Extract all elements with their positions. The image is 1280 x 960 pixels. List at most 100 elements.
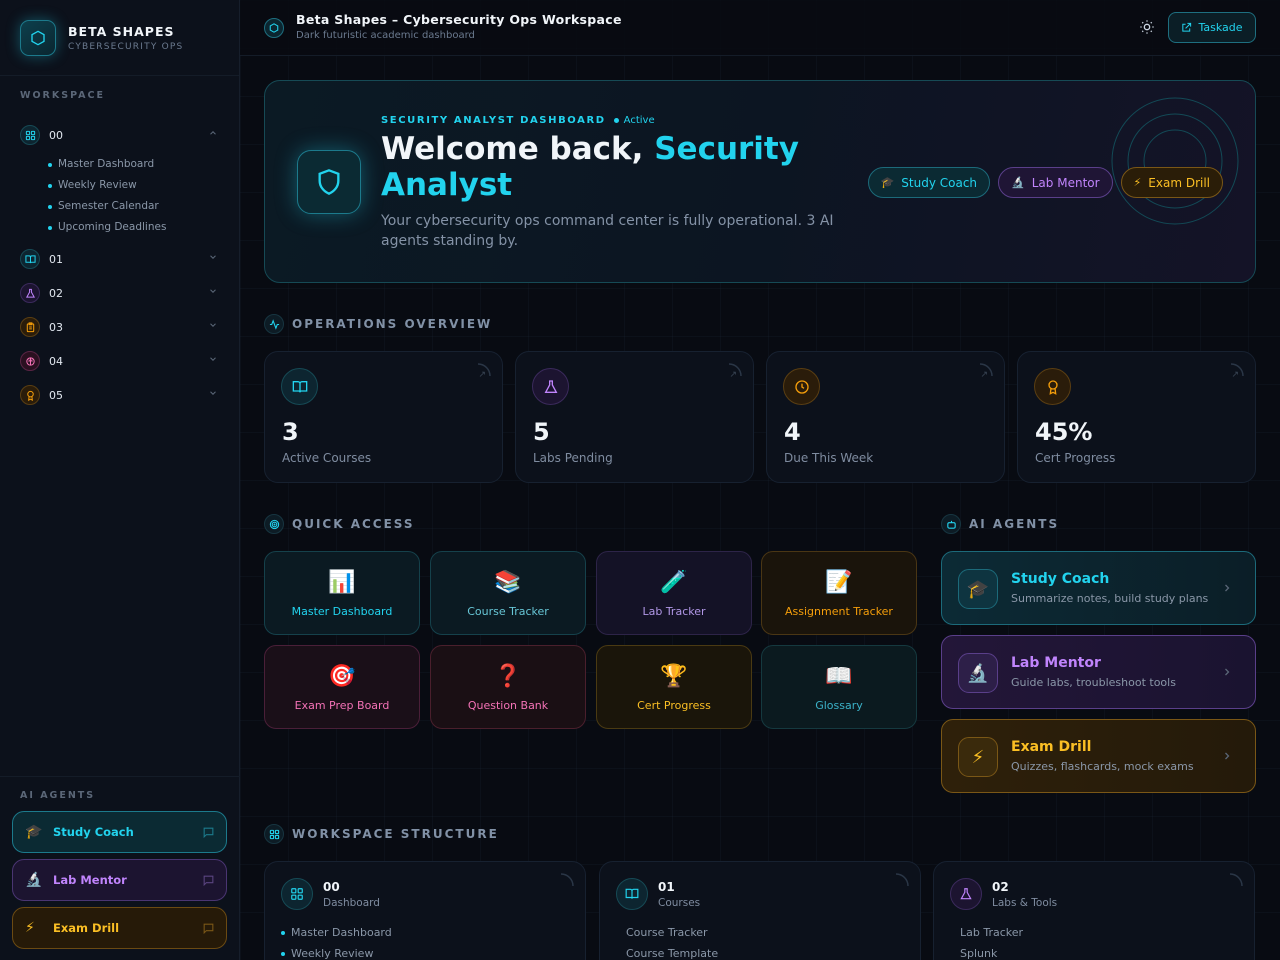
stat-label: Active Courses [282,451,372,465]
sidebar-item-04[interactable]: 04 [0,344,240,378]
chevron-down-icon[interactable] [208,286,218,296]
structure-card-00[interactable]: 00 Dashboard Master Dashboard Weekly Rev… [264,861,586,960]
section-label: QUICK ACCESS [292,517,415,531]
stat-card-labs-pending[interactable]: ↗ 5 Labs Pending [515,351,754,483]
structure-card-item[interactable]: Lab Tracker [950,922,1023,943]
lightning-icon: ⚡ [958,737,998,777]
stat-value: 4 [784,418,801,446]
grid-icon [264,824,284,844]
chip-exam-drill[interactable]: ⚡ Exam Drill [1120,167,1223,198]
tile-label: Question Bank [467,698,549,712]
graduation-cap-icon: 🎓 [25,824,43,840]
chevron-down-icon[interactable] [208,388,218,398]
tile-label: Course Tracker [467,604,549,618]
lightning-icon: ⚡ [25,920,35,936]
structure-card-02[interactable]: 02 Labs & Tools Lab Tracker Splunk [933,861,1255,960]
workspace-section-label: WORKSPACE [20,90,105,101]
sidebar-agents: AI AGENTS 🎓 Study Coach 🔬 Lab Mentor ⚡ E… [0,776,240,960]
robot-icon [941,514,961,534]
stat-card-due-this-week[interactable]: ↗ 4 Due This Week [766,351,1005,483]
book-icon [616,878,648,910]
section-label: WORKSPACE STRUCTURE [292,827,499,841]
chevron-down-icon[interactable] [208,320,218,330]
status-badge: Active [614,115,655,126]
stat-label: Cert Progress [1035,451,1116,465]
tile-label: Cert Progress [637,698,711,712]
tile-question-bank[interactable]: ❓ Question Bank [430,645,586,729]
structure-card-01[interactable]: 01 Courses Course Tracker Course Templat… [599,861,921,960]
taskade-button[interactable]: Taskade [1168,12,1256,43]
chip-lab-mentor[interactable]: 🔬 Lab Mentor [998,167,1113,198]
sidebar-item-label: 01 [49,252,63,266]
chevron-up-icon[interactable] [208,128,218,138]
agent-card-exam-drill[interactable]: ⚡ Exam Drill Quizzes, flashcards, mock e… [941,719,1256,793]
chat-icon[interactable] [202,826,215,839]
structure-card-name: Dashboard [323,897,380,909]
microscope-icon: 🔬 [958,653,998,693]
stat-value: 45% [1035,418,1093,446]
hero-description: Your cybersecurity ops command center is… [381,213,834,249]
sidebar-item-01[interactable]: 01 [0,242,240,276]
memo-icon: 📝 [825,569,853,595]
trend-arrow-icon: ↗ [980,370,988,380]
hero-agent-chips: 🎓 Study Coach 🔬 Lab Mentor ⚡ Exam Drill [867,167,1223,198]
structure-card-item[interactable]: Splunk [950,943,1023,960]
tile-lab-tracker[interactable]: 🧪 Lab Tracker [596,551,752,635]
agent-card-lab-mentor[interactable]: 🔬 Lab Mentor Guide labs, troubleshoot to… [941,635,1256,709]
page-title: Beta Shapes – Cybersecurity Ops Workspac… [296,12,622,27]
sidebar-item-02[interactable]: 02 [0,276,240,310]
sidebar-agent-lab-mentor[interactable]: 🔬 Lab Mentor [12,859,227,901]
tile-exam-prep-board[interactable]: 🎯 Exam Prep Board [264,645,420,729]
clock-icon [783,368,820,405]
structure-card-item[interactable]: Weekly Review [281,943,392,960]
hexagon-logo-icon[interactable] [20,19,56,56]
flask-icon [532,368,569,405]
sidebar-item-03[interactable]: 03 [0,310,240,344]
sidebar-item-label: 02 [49,286,63,300]
chat-icon[interactable] [202,922,215,935]
microscope-icon: 🔬 [1011,176,1025,189]
chip-study-coach[interactable]: 🎓 Study Coach [867,167,991,198]
bar-chart-icon: 📊 [328,569,356,595]
award-icon [1034,368,1071,405]
tile-course-tracker[interactable]: 📚 Course Tracker [430,551,586,635]
chevron-right-icon [1225,668,1230,676]
sidebar-subitem[interactable]: Master Dashboard [48,154,240,175]
target-icon: 🎯 [328,663,356,689]
chevron-down-icon[interactable] [208,354,218,364]
tile-cert-progress[interactable]: 🏆 Cert Progress [596,645,752,729]
ai-agents-heading: AI AGENTS [941,514,1059,534]
sidebar-agent-study-coach[interactable]: 🎓 Study Coach [12,811,227,853]
chevron-down-icon[interactable] [208,252,218,262]
hero-title: Welcome back, Security Analyst [381,131,861,203]
structure-card-item[interactable]: Course Tracker [616,922,718,943]
tile-assignment-tracker[interactable]: 📝 Assignment Tracker [761,551,917,635]
sidebar: BETA SHAPES CYBERSECURITY OPS WORKSPACE … [0,0,240,960]
sidebar-item-00[interactable]: 00 [0,118,240,152]
chat-icon[interactable] [202,874,215,887]
sidebar-agent-exam-drill[interactable]: ⚡ Exam Drill [12,907,227,949]
sidebar-subitem[interactable]: Weekly Review [48,175,240,196]
tile-label: Lab Tracker [642,604,706,618]
flask-icon [20,283,40,303]
tile-label: Glossary [815,698,863,712]
agent-card-study-coach[interactable]: 🎓 Study Coach Summarize notes, build stu… [941,551,1256,625]
tile-glossary[interactable]: 📖 Glossary [761,645,917,729]
structure-card-item[interactable]: Course Template [616,943,718,960]
sidebar-agent-label: Exam Drill [53,921,120,935]
corner-arc-decoration [895,873,909,887]
structure-card-item[interactable]: Master Dashboard [281,922,392,943]
stat-card-cert-progress[interactable]: ↗ 45% Cert Progress [1017,351,1256,483]
tile-master-dashboard[interactable]: 📊 Master Dashboard [264,551,420,635]
book-icon [20,249,40,269]
sidebar-subitem[interactable]: Semester Calendar [48,196,240,217]
tile-label: Master Dashboard [291,604,393,618]
trend-arrow-icon: ↗ [478,370,486,380]
section-label: OPERATIONS OVERVIEW [292,317,493,331]
stat-card-active-courses[interactable]: ↗ 3 Active Courses [264,351,503,483]
sun-icon[interactable] [1139,19,1155,35]
brand-title: BETA SHAPES [68,23,175,39]
sidebar-item-05[interactable]: 05 [0,378,240,412]
sidebar-subitem[interactable]: Upcoming Deadlines [48,217,240,238]
trend-arrow-icon: ↗ [729,370,737,380]
